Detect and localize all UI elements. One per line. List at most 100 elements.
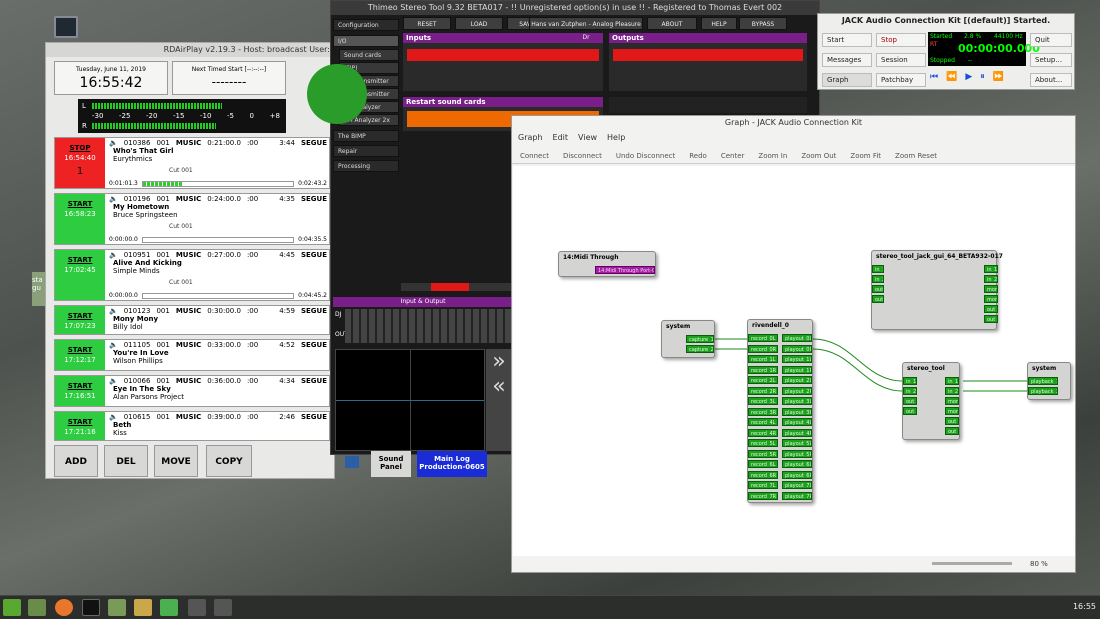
output-port[interactable]: mon_1 — [984, 285, 998, 293]
input-port[interactable]: in_2 — [872, 275, 884, 283]
st-top-button[interactable]: RESET — [403, 17, 451, 30]
input-port[interactable]: out_2 — [903, 407, 917, 415]
zoom-fit-button[interactable]: Zoom Fit — [850, 152, 881, 160]
undo-disconnect-button[interactable]: Undo Disconnect — [616, 152, 675, 160]
playback-1-port[interactable]: playback_1 — [1028, 377, 1058, 385]
output-port[interactable]: out_1 — [984, 305, 998, 313]
output-port[interactable]: out_2 — [984, 315, 998, 323]
jack-icon[interactable] — [160, 599, 178, 616]
output-port[interactable]: playout_1L — [782, 355, 812, 363]
terminal-icon[interactable] — [82, 599, 100, 616]
zoom-slider[interactable] — [932, 562, 1012, 565]
input-port[interactable]: record_2R — [748, 386, 778, 395]
input-port[interactable]: record_2L — [748, 376, 778, 384]
main-log-button[interactable]: Main Log Production-0605 — [417, 451, 487, 477]
input-port[interactable]: record_7R — [748, 491, 778, 500]
output-port[interactable]: playout_6L — [782, 460, 812, 468]
forward-icon[interactable]: ⏩ — [993, 72, 1004, 82]
input-port[interactable]: in_2 — [903, 387, 917, 395]
output-port[interactable]: in_2 — [984, 275, 998, 283]
input-port[interactable]: record_7L — [748, 481, 778, 489]
input-port[interactable]: record_0L — [748, 334, 778, 342]
menu-view[interactable]: View — [578, 133, 597, 142]
menu-edit[interactable]: Edit — [553, 133, 569, 142]
zoom-in-button[interactable]: Zoom In — [758, 152, 787, 160]
node-rivendell[interactable]: rivendell_0 record_0L record_0R record_1L r… — [747, 319, 813, 503]
input-port[interactable]: record_4R — [748, 428, 778, 437]
menu-icon[interactable] — [3, 599, 21, 616]
output-port[interactable]: playout_2L — [782, 376, 812, 384]
stop-button[interactable]: STOP 16:54:40 1 — [55, 138, 105, 188]
rdairplay-icon[interactable] — [134, 599, 152, 616]
menu-graph[interactable]: Graph — [518, 133, 543, 142]
copy-button[interactable]: COPY — [206, 445, 252, 477]
output-port[interactable]: playout_4R — [782, 428, 812, 437]
output-port[interactable]: playout_7L — [782, 481, 812, 489]
output-port[interactable]: playout_2R — [782, 386, 812, 395]
quit-button[interactable]: Quit — [1030, 33, 1072, 47]
input-port[interactable]: out_1 — [872, 285, 884, 293]
output-port[interactable]: out_1 — [945, 417, 959, 425]
output-port[interactable]: in_2 — [945, 387, 959, 395]
output-port[interactable]: mon_2 — [984, 295, 998, 303]
input-port[interactable]: record_5R — [748, 449, 778, 458]
redo-button[interactable]: Redo — [689, 152, 707, 160]
input-port[interactable]: out_1 — [903, 397, 917, 405]
window-icon-2[interactable] — [214, 599, 232, 616]
pause-icon[interactable]: ⏸ — [980, 72, 985, 82]
input-port[interactable]: record_6L — [748, 460, 778, 468]
graph-canvas[interactable]: 14:Midi Through 14:Midi Through Port-0 s… — [513, 166, 1075, 556]
st-menu-item[interactable]: Processing — [333, 160, 399, 172]
output-port[interactable]: mon_1 — [945, 397, 959, 405]
play-icon[interactable]: ▶ — [965, 72, 972, 82]
input-port[interactable]: out_2 — [872, 295, 884, 303]
zoom-out-button[interactable]: Zoom Out — [801, 152, 836, 160]
st-top-button[interactable]: LOAD — [455, 17, 503, 30]
output-port[interactable]: playout_6R — [782, 470, 812, 479]
output-port[interactable]: playout_0L — [782, 334, 812, 342]
rewind-start-icon[interactable]: ⏮ — [930, 72, 938, 82]
st-top-button[interactable]: BYPASS — [739, 17, 787, 30]
output-port[interactable]: playout_4L — [782, 418, 812, 426]
node-stereo-tool[interactable]: stereo_tool in_1in_2out_1out_2in_1in_2mo… — [902, 362, 960, 440]
input-port[interactable]: record_3L — [748, 397, 778, 405]
output-port[interactable]: playout_3R — [782, 407, 812, 416]
node-system-capture[interactable]: system capture_1 capture_2 — [661, 320, 715, 358]
input-port[interactable]: in_1 — [903, 377, 917, 385]
firefox-icon[interactable] — [55, 599, 73, 616]
output-port[interactable]: in_1 — [984, 265, 998, 273]
desktop-launcher[interactable]: sta gu — [32, 272, 46, 306]
output-port[interactable]: playout_7R — [782, 491, 812, 500]
folder-icon[interactable] — [28, 599, 46, 616]
node-stereo-tool-gui[interactable]: stereo_tool_jack_gui_64_BETA932-017 in_1… — [871, 250, 1003, 330]
output-port[interactable]: playout_1R — [782, 365, 812, 374]
graph-button[interactable]: Graph — [822, 73, 872, 87]
output-port[interactable]: mon_2 — [945, 407, 959, 415]
connect-button[interactable]: Connect — [520, 152, 549, 160]
output-port[interactable]: playout_5L — [782, 439, 812, 447]
input-port[interactable]: record_1R — [748, 365, 778, 374]
st-top-button[interactable]: HELP — [701, 17, 737, 30]
zoom-reset-button[interactable]: Zoom Reset — [895, 152, 937, 160]
patchbay-button[interactable]: Patchbay — [876, 73, 926, 87]
center-button[interactable]: Center — [721, 152, 745, 160]
disconnect-button[interactable]: Disconnect — [563, 152, 602, 160]
capture-2-port[interactable]: capture_2 — [686, 345, 714, 353]
setup-button[interactable]: Setup... — [1030, 53, 1072, 67]
output-port[interactable]: playout_5R — [782, 449, 812, 458]
session-button[interactable]: Session — [876, 53, 926, 67]
start-button[interactable]: START 17:21:16 — [55, 412, 105, 440]
node-system-playback[interactable]: system playback_1 playback_2 — [1027, 362, 1071, 400]
sound-panel-button[interactable]: Sound Panel — [371, 451, 411, 477]
move-button[interactable]: MOVE — [154, 445, 198, 477]
rewind-icon[interactable]: ⏪ — [946, 72, 957, 82]
start-button[interactable]: START 17:07:23 — [55, 306, 105, 334]
start-button[interactable]: START 17:12:17 — [55, 340, 105, 370]
input-port[interactable]: record_6R — [748, 470, 778, 479]
st-menu-item[interactable]: Sound cards — [339, 49, 399, 61]
st-menu-item[interactable]: Repair — [333, 145, 399, 157]
st-top-button[interactable]: Hans van Zutphen - Analog Pleasure Dr — [529, 17, 643, 41]
start-button[interactable]: Start — [822, 33, 872, 47]
monitor-icon[interactable] — [54, 16, 78, 38]
files-icon[interactable] — [108, 599, 126, 616]
